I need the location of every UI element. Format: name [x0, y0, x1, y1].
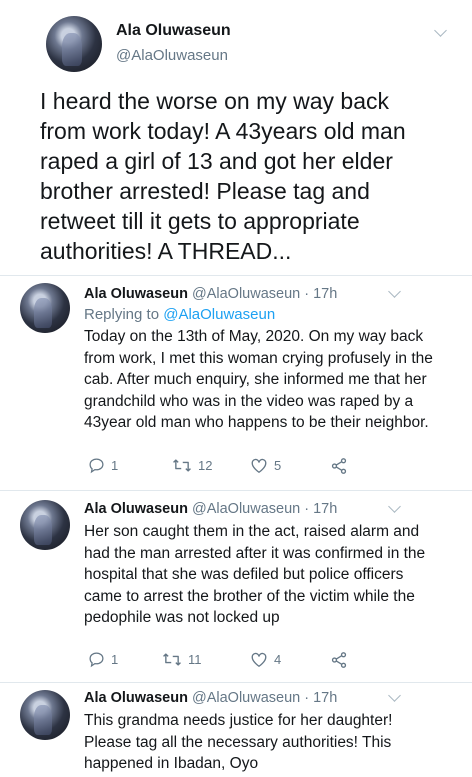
reply-text: This grandma needs justice for her daugh…: [84, 712, 393, 772]
chevron-down-icon[interactable]: [434, 24, 447, 37]
avatar[interactable]: [46, 16, 102, 72]
divider: [0, 275, 472, 276]
author-name[interactable]: Ala Oluwaseun: [116, 22, 231, 40]
reply-meta: @AlaOluwaseun · 17h: [191, 501, 338, 517]
avatar[interactable]: [20, 283, 70, 333]
avatar[interactable]: [20, 690, 70, 740]
reply-header: Ala Oluwaseun @AlaOluwaseun · 17h: [84, 690, 337, 706]
reply-author-name[interactable]: Ala Oluwaseun: [84, 286, 188, 302]
divider: [0, 490, 472, 491]
mention-link[interactable]: @AlaOluwaseun: [163, 306, 275, 323]
like-button[interactable]: 5: [250, 457, 281, 474]
divider: [0, 682, 472, 683]
like-count: 5: [274, 458, 282, 473]
retweet-count: 11: [188, 652, 202, 667]
retweet-icon: [162, 651, 182, 668]
chevron-down-icon[interactable]: [388, 500, 401, 513]
heart-icon: [250, 651, 268, 668]
like-count: 4: [274, 652, 282, 667]
share-button[interactable]: [330, 457, 348, 475]
chevron-down-icon[interactable]: [388, 689, 401, 702]
reply-meta: @AlaOluwaseun · 17h: [191, 690, 338, 706]
like-button[interactable]: 4: [250, 651, 281, 668]
retweet-count: 12: [198, 458, 213, 473]
reply-count: 1: [111, 458, 119, 473]
chevron-down-icon[interactable]: [388, 285, 401, 298]
share-button[interactable]: [330, 651, 348, 669]
retweet-icon: [172, 457, 192, 474]
comment-icon: [88, 457, 105, 474]
retweet-button[interactable]: 12: [172, 457, 212, 474]
reply-author-name[interactable]: Ala Oluwaseun: [84, 501, 188, 517]
heart-icon: [250, 457, 268, 474]
reply-text: Today on the 13th of May, 2020. On my wa…: [84, 328, 433, 431]
reply-meta: @AlaOluwaseun · 17h: [191, 286, 338, 302]
reply-button[interactable]: 1: [88, 651, 118, 668]
main-tweet-text: I heard the worse on my way back from wo…: [40, 88, 406, 264]
reply-button[interactable]: 1: [88, 457, 118, 474]
share-icon: [330, 457, 348, 475]
reply-author-name[interactable]: Ala Oluwaseun: [84, 690, 188, 706]
avatar[interactable]: [20, 500, 70, 550]
author-handle[interactable]: @AlaOluwaseun: [116, 47, 228, 64]
reply-header: Ala Oluwaseun @AlaOluwaseun · 17h: [84, 286, 337, 302]
reply-header: Ala Oluwaseun @AlaOluwaseun · 17h: [84, 501, 337, 517]
retweet-button[interactable]: 11: [162, 651, 202, 668]
replying-to: Replying to @AlaOluwaseun: [84, 306, 276, 323]
reply-text: Her son caught them in the act, raised a…: [84, 523, 426, 626]
share-icon: [330, 651, 348, 669]
comment-icon: [88, 651, 105, 668]
reply-count: 1: [111, 652, 119, 667]
